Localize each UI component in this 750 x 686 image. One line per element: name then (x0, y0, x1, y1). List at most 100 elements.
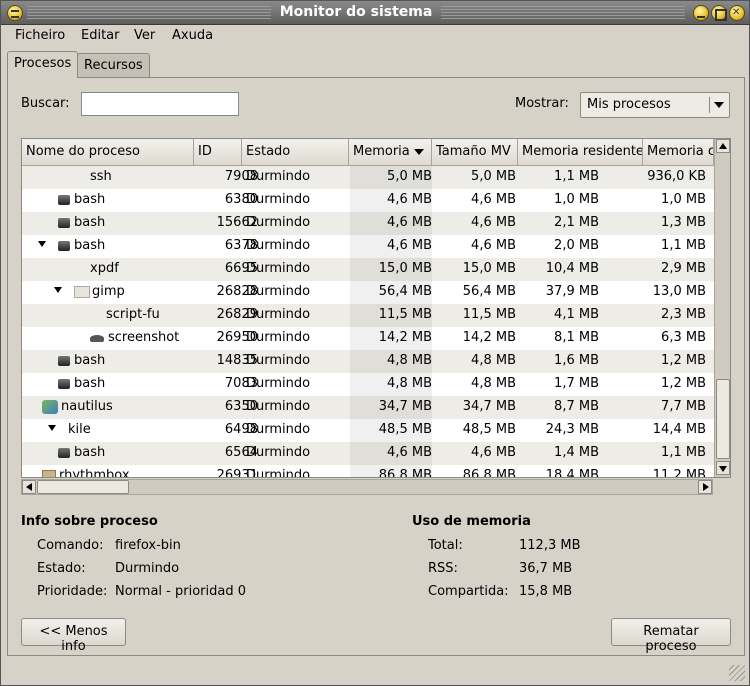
cell-shared: 1,2 MB (661, 353, 706, 368)
titlebar[interactable]: Monitor do sistema (1, 1, 749, 25)
process-name: nautilus (61, 399, 113, 414)
column-header-label: Memoria residente (522, 144, 643, 159)
screenshot-icon (90, 333, 104, 343)
column-header-name[interactable]: Nome do proceso (22, 139, 194, 166)
memory-usage-title: Uso de memoria (412, 514, 531, 529)
kill-process-button[interactable]: Rematar proceso (611, 618, 731, 654)
cell-mem: 48,5 MB (378, 422, 432, 437)
table-row[interactable]: rhythmbox 26931 Durmindo 86,8 MB 86,8 MB 18,4… (22, 465, 714, 478)
tab-resources[interactable]: Recursos (77, 53, 150, 77)
table-row[interactable]: bash 14835 Durmindo 4,8 MB 4,8 MB 1,6 MB 1,2 M… (22, 350, 714, 373)
column-header-resident-memory[interactable]: Memoria residente (518, 139, 643, 166)
table-row[interactable]: bash 6564 Durmindo 4,6 MB 4,6 MB 1,4 MB 1,1 MB (22, 442, 714, 465)
sort-descending-icon (413, 148, 424, 155)
cell-res: 8,7 MB (554, 399, 599, 414)
cell-vm: 86,8 MB (462, 468, 516, 478)
column-header-label: ID (198, 144, 212, 159)
column-header-shared-memory[interactable]: Memoria compartida (643, 139, 714, 166)
show-select[interactable]: Mis procesos (580, 92, 730, 118)
cell-state: Durmindo (246, 238, 311, 253)
cell-shared: 6,3 MB (661, 330, 706, 345)
state-value: Durmindo (115, 561, 180, 576)
scroll-up-icon[interactable] (716, 139, 730, 153)
menu-edit[interactable]: Editar (81, 28, 120, 43)
table-row[interactable]: bash 15662 Durmindo 4,6 MB 4,6 MB 2,1 MB 1,3 M… (22, 212, 714, 235)
titlebar-pattern (441, 6, 685, 19)
cell-mem: 4,6 MB (387, 215, 432, 230)
terminal-icon (58, 447, 70, 458)
menu-help[interactable]: Axuda (172, 28, 213, 43)
column-header-memory[interactable]: Memoria (349, 139, 432, 166)
cell-mem: 86,8 MB (378, 468, 432, 478)
window-menu-icon[interactable] (7, 5, 23, 21)
cell-mem: 4,6 MB (387, 192, 432, 207)
expander-down-icon[interactable] (54, 287, 62, 293)
close-icon[interactable] (729, 5, 745, 21)
cell-state: Durmindo (246, 399, 311, 414)
tab-processes[interactable]: Procesos (7, 51, 79, 78)
priority-value: Normal - prioridad 0 (115, 584, 246, 599)
scroll-thumb[interactable] (37, 480, 129, 494)
scroll-thumb[interactable] (716, 379, 730, 459)
menu-view[interactable]: Ver (134, 28, 155, 43)
column-header-vm-size[interactable]: Tamaño MV (432, 139, 518, 166)
table-row[interactable]: script-fu 26829 Durmindo 11,5 MB 11,5 MB 4,1 … (22, 304, 714, 327)
process-name-cell: bash (58, 192, 105, 207)
vertical-scrollbar[interactable] (714, 139, 730, 477)
expander-down-icon[interactable] (48, 425, 56, 431)
maximize-icon[interactable] (711, 5, 727, 21)
search-input[interactable] (81, 92, 239, 116)
cell-state: Durmindo (246, 445, 311, 460)
nautilus-icon (42, 399, 58, 414)
less-info-button[interactable]: << Menos info (21, 618, 126, 654)
cell-mem: 5,0 MB (387, 169, 432, 184)
system-monitor-window: Monitor do sistema Ficheiro Editar Ver A… (0, 0, 750, 686)
scroll-left-icon[interactable] (22, 480, 36, 494)
table-row[interactable]: screenshot 26950 Durmindo 14,2 MB 14,2 MB 8,1… (22, 327, 714, 350)
cell-shared: 7,7 MB (661, 399, 706, 414)
menu-file[interactable]: Ficheiro (15, 28, 65, 43)
cell-vm: 4,6 MB (471, 445, 516, 460)
cell-state: Durmindo (246, 261, 311, 276)
process-name: script-fu (106, 307, 160, 322)
column-header-id[interactable]: ID (194, 139, 242, 166)
process-tree[interactable]: Nome do proceso ID Estado Memoria Tamaño… (21, 138, 731, 478)
column-header-label: Estado (246, 144, 291, 159)
cell-res: 37,9 MB (545, 284, 599, 299)
process-name-cell: bash (58, 445, 105, 460)
table-row[interactable]: nautilus 6350 Durmindo 34,7 MB 34,7 MB 8,7 MB… (22, 396, 714, 419)
process-name-cell: bash (58, 238, 105, 253)
table-row[interactable]: kile 6498 Durmindo 48,5 MB 48,5 MB 24,3 MB 14,… (22, 419, 714, 442)
cell-vm: 4,6 MB (471, 215, 516, 230)
table-row[interactable]: xpdf 6695 Durmindo 15,0 MB 15,0 MB 10,4 MB 2,9… (22, 258, 714, 281)
show-select-value: Mis procesos (587, 97, 671, 112)
scroll-down-icon[interactable] (716, 461, 730, 475)
minimize-icon[interactable] (693, 5, 709, 21)
window-title: Monitor do sistema (279, 4, 433, 20)
table-row[interactable]: bash 7083 Durmindo 4,8 MB 4,8 MB 1,7 MB 1,2 MB (22, 373, 714, 396)
cell-vm: 4,6 MB (471, 192, 516, 207)
resize-grip[interactable] (729, 665, 745, 681)
process-name-cell: kile (68, 422, 91, 437)
process-name: bash (74, 353, 106, 368)
process-name: bash (74, 445, 106, 460)
table-row[interactable]: ssh 7908 Durmindo 5,0 MB 5,0 MB 1,1 MB 936,0 K… (22, 166, 714, 189)
cell-shared: 1,1 MB (661, 445, 706, 460)
cell-shared: 11,2 MB (652, 468, 706, 478)
table-row[interactable]: gimp 26828 Durmindo 56,4 MB 56,4 MB 37,9 MB 13… (22, 281, 714, 304)
horizontal-scrollbar[interactable] (21, 479, 713, 495)
cell-res: 1,4 MB (554, 445, 599, 460)
cell-res: 8,1 MB (554, 330, 599, 345)
cell-mem: 4,6 MB (387, 445, 432, 460)
process-name-cell: screenshot (90, 330, 179, 345)
scroll-right-icon[interactable] (698, 480, 712, 494)
cell-state: Durmindo (246, 330, 311, 345)
process-name: xpdf (90, 261, 119, 276)
table-row[interactable]: bash 6380 Durmindo 4,6 MB 4,6 MB 1,0 MB 1,0 MB (22, 189, 714, 212)
expander-down-icon[interactable] (38, 241, 46, 247)
column-header-state[interactable]: Estado (242, 139, 349, 166)
process-name: bash (74, 376, 106, 391)
table-row[interactable]: bash 6378 Durmindo 4,6 MB 4,6 MB 2,0 MB 1,1 MB (22, 235, 714, 258)
cell-vm: 4,6 MB (471, 238, 516, 253)
process-info-title: Info sobre proceso (21, 514, 158, 529)
